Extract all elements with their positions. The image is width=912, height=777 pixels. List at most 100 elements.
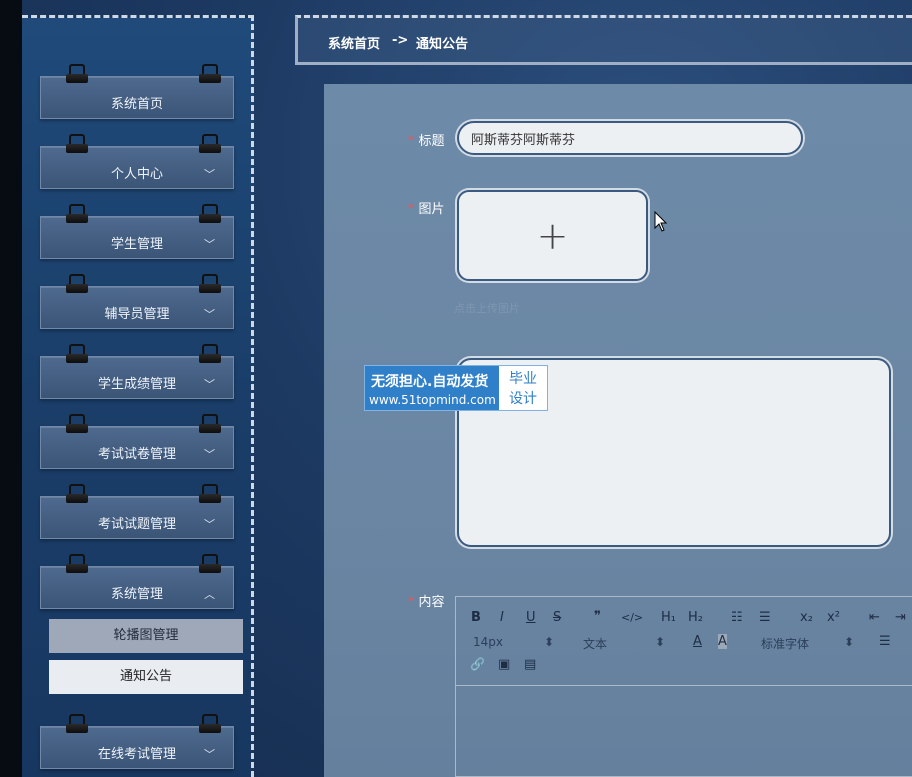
link-icon[interactable]: 🔗	[470, 657, 485, 671]
sidebar-item-personal-center[interactable]: 个人中心 ﹀	[40, 134, 234, 189]
upload-hint: 点击上传图片	[454, 302, 520, 315]
sidebar-item-label: 学生管理	[110, 237, 163, 252]
editor-toolbar: B I U S ❞ </> H₁ H₂ ☷ ☰ x₂ x² ⇤ ⇥ 14px ⬍…	[456, 597, 912, 686]
window-edge	[0, 0, 22, 777]
chevron-down-icon: ﹀	[204, 308, 215, 321]
sidebar-item-online-exam-management[interactable]: 在线考试管理 ﹀	[40, 714, 234, 769]
binder-clip-icon	[66, 64, 88, 84]
binder-clip-icon	[199, 64, 221, 84]
image-label: * 图片	[408, 198, 445, 217]
italic-button[interactable]: I	[500, 610, 504, 625]
font-color-icon[interactable]: A	[693, 634, 702, 649]
watermark-badge: 毕业 设计	[499, 366, 547, 410]
chevron-down-icon: ﹀	[204, 748, 215, 761]
binder-clip-icon	[66, 134, 88, 154]
form-panel: *标题 *图片 + 点击上传图片 *内容 B I U S ❞ </> H₁ H₂…	[324, 84, 912, 777]
chevron-down-icon: ﹀	[204, 378, 215, 391]
watermark-badge-line2: 设计	[509, 391, 537, 407]
heading2-button[interactable]: H₂	[688, 610, 703, 625]
underline-button[interactable]: U	[526, 610, 536, 625]
required-mark: *	[408, 134, 415, 149]
binder-clip-icon	[66, 344, 88, 364]
watermark-url: www.51topmind.com	[369, 393, 496, 407]
content-label: * 内容	[408, 591, 445, 610]
sidebar-item-exam-question-management[interactable]: 考试试题管理 ﹀	[40, 484, 234, 539]
ordered-list-button[interactable]: ☷	[731, 610, 743, 625]
sidebar-item-student-management[interactable]: 学生管理 ﹀	[40, 204, 234, 259]
sidebar-item-counselor-management[interactable]: 辅导员管理 ﹀	[40, 274, 234, 329]
editor-content-area[interactable]	[456, 685, 912, 777]
font-size-select[interactable]: 14px	[473, 635, 503, 649]
sidebar-item-label: 系统首页	[110, 97, 163, 112]
sidebar-item-label: 学生成绩管理	[97, 377, 176, 392]
watermark-text: 无须担心.自动发货	[371, 374, 489, 390]
required-mark: *	[408, 595, 415, 610]
sidebar-item-label: 考试试题管理	[97, 517, 176, 532]
sidebar-item-label: 辅导员管理	[104, 307, 170, 322]
font-family-select[interactable]: 标准字体	[761, 635, 809, 652]
quote-button[interactable]: ❞	[594, 609, 601, 624]
binder-clip-icon	[199, 714, 221, 734]
chevron-down-icon: ﹀	[204, 448, 215, 461]
bold-button[interactable]: B	[471, 610, 481, 625]
sidebar-subitem-label: 轮播图管理	[113, 628, 179, 643]
sidebar-subitem-label: 通知公告	[119, 669, 172, 684]
binder-clip-icon	[66, 274, 88, 294]
sidebar-item-home[interactable]: 系统首页	[40, 64, 234, 119]
video-icon[interactable]: ▤	[524, 657, 536, 672]
binder-clip-icon	[199, 204, 221, 224]
binder-clip-icon	[199, 134, 221, 154]
sidebar-subitem-carousel-management[interactable]: 轮播图管理	[49, 619, 243, 653]
watermark-badge-line1: 毕业	[509, 371, 537, 387]
sidebar-item-label: 考试试卷管理	[97, 447, 176, 462]
required-mark: *	[408, 202, 415, 217]
chevron-updown-icon: ⬍	[544, 635, 555, 649]
chevron-updown-icon: ⬍	[655, 635, 666, 649]
binder-clip-icon	[66, 554, 88, 574]
strike-button[interactable]: S	[553, 610, 561, 625]
indent-button[interactable]: ⇥	[895, 610, 906, 625]
title-input[interactable]	[457, 121, 803, 155]
chevron-down-icon: ﹀	[204, 168, 215, 181]
sidebar-subitem-notice[interactable]: 通知公告	[49, 660, 243, 694]
sidebar-item-system-management[interactable]: 系统管理 ︿	[40, 554, 234, 609]
sidebar-item-label: 系统管理	[110, 587, 163, 602]
rich-text-editor: B I U S ❞ </> H₁ H₂ ☷ ☰ x₂ x² ⇤ ⇥ 14px ⬍…	[455, 596, 912, 777]
sidebar: 系统首页 个人中心 ﹀ 学生管理 ﹀ 辅导员管理 ﹀ 学生成绩管理 ﹀ 考试试卷…	[22, 15, 254, 777]
chevron-up-icon: ︿	[204, 588, 215, 601]
sidebar-item-exam-paper-management[interactable]: 考试试卷管理 ﹀	[40, 414, 234, 469]
binder-clip-icon	[66, 484, 88, 504]
text-style-select[interactable]: 文本	[583, 635, 607, 652]
bullet-list-button[interactable]: ☰	[759, 610, 771, 625]
binder-clip-icon	[66, 714, 88, 734]
binder-clip-icon	[199, 484, 221, 504]
breadcrumb-separator: ->	[392, 33, 409, 48]
heading1-button[interactable]: H₁	[661, 610, 676, 625]
outdent-button[interactable]: ⇤	[869, 610, 880, 625]
binder-clip-icon	[66, 414, 88, 434]
sidebar-item-label: 在线考试管理	[97, 747, 176, 762]
plus-icon: +	[536, 214, 569, 258]
image-icon[interactable]: ▣	[498, 657, 510, 672]
content-label-text: 内容	[418, 595, 445, 610]
background-color-icon[interactable]: A	[718, 634, 727, 649]
image-upload-button[interactable]: +	[457, 190, 648, 281]
breadcrumb: 系统首页 -> 通知公告	[295, 15, 912, 65]
image-label-text: 图片	[418, 202, 445, 217]
breadcrumb-home[interactable]: 系统首页	[328, 33, 380, 52]
binder-clip-icon	[199, 274, 221, 294]
sidebar-item-label: 个人中心	[110, 167, 163, 182]
binder-clip-icon	[199, 554, 221, 574]
sidebar-item-grade-management[interactable]: 学生成绩管理 ﹀	[40, 344, 234, 399]
title-label: * 标题	[408, 130, 445, 149]
code-block-button[interactable]: </>	[621, 611, 643, 624]
chevron-updown-icon: ⬍	[844, 635, 855, 649]
watermark-banner: 无须担心.自动发货 www.51topmind.com 毕业 设计	[364, 365, 548, 411]
subscript-button[interactable]: x₂	[800, 610, 813, 625]
title-label-text: 标题	[418, 134, 445, 149]
breadcrumb-current: 通知公告	[416, 37, 469, 52]
superscript-button[interactable]: x²	[827, 610, 840, 625]
align-icon[interactable]: ☰	[879, 634, 891, 649]
chevron-down-icon: ﹀	[204, 518, 215, 531]
mouse-cursor-icon	[654, 211, 668, 232]
